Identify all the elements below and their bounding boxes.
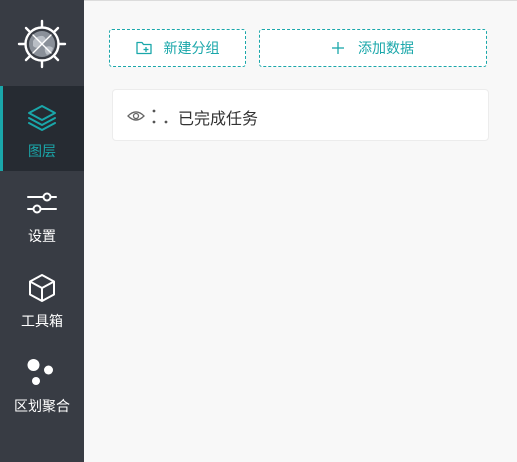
sidebar-item-layers[interactable]: 图层 (0, 86, 84, 171)
new-group-button[interactable]: 新建分组 (109, 29, 246, 67)
cluster-dots-icon (27, 359, 53, 385)
sliders-icon (27, 192, 57, 214)
sidebar-item-toolbox[interactable]: 工具箱 (0, 256, 84, 341)
layers-icon (28, 105, 56, 131)
content-top-border (84, 0, 517, 1)
layer-item[interactable]: 已完成任务 (112, 89, 489, 141)
sidebar-item-label: 设置 (28, 229, 56, 245)
folder-plus-icon (135, 41, 152, 55)
plus-icon (332, 42, 344, 54)
sidebar: 图层 设置 工具箱 区划聚合 (0, 0, 84, 462)
sidebar-item-label: 区划聚合 (14, 399, 70, 415)
layer-name: 已完成任务 (178, 109, 259, 128)
eye-icon[interactable] (127, 107, 145, 129)
cube-icon (29, 274, 55, 302)
globe-compass-icon (17, 19, 67, 69)
drag-handle-icon[interactable] (151, 107, 169, 129)
sidebar-item-label: 图层 (28, 144, 56, 160)
add-data-label: 添加数据 (358, 41, 414, 57)
sidebar-item-region-cluster[interactable]: 区划聚合 (0, 341, 84, 426)
sidebar-item-label: 工具箱 (21, 314, 63, 330)
add-data-button[interactable]: 添加数据 (259, 29, 487, 67)
new-group-label: 新建分组 (163, 41, 220, 57)
app-logo[interactable] (0, 0, 84, 86)
sidebar-item-settings[interactable]: 设置 (0, 171, 84, 256)
